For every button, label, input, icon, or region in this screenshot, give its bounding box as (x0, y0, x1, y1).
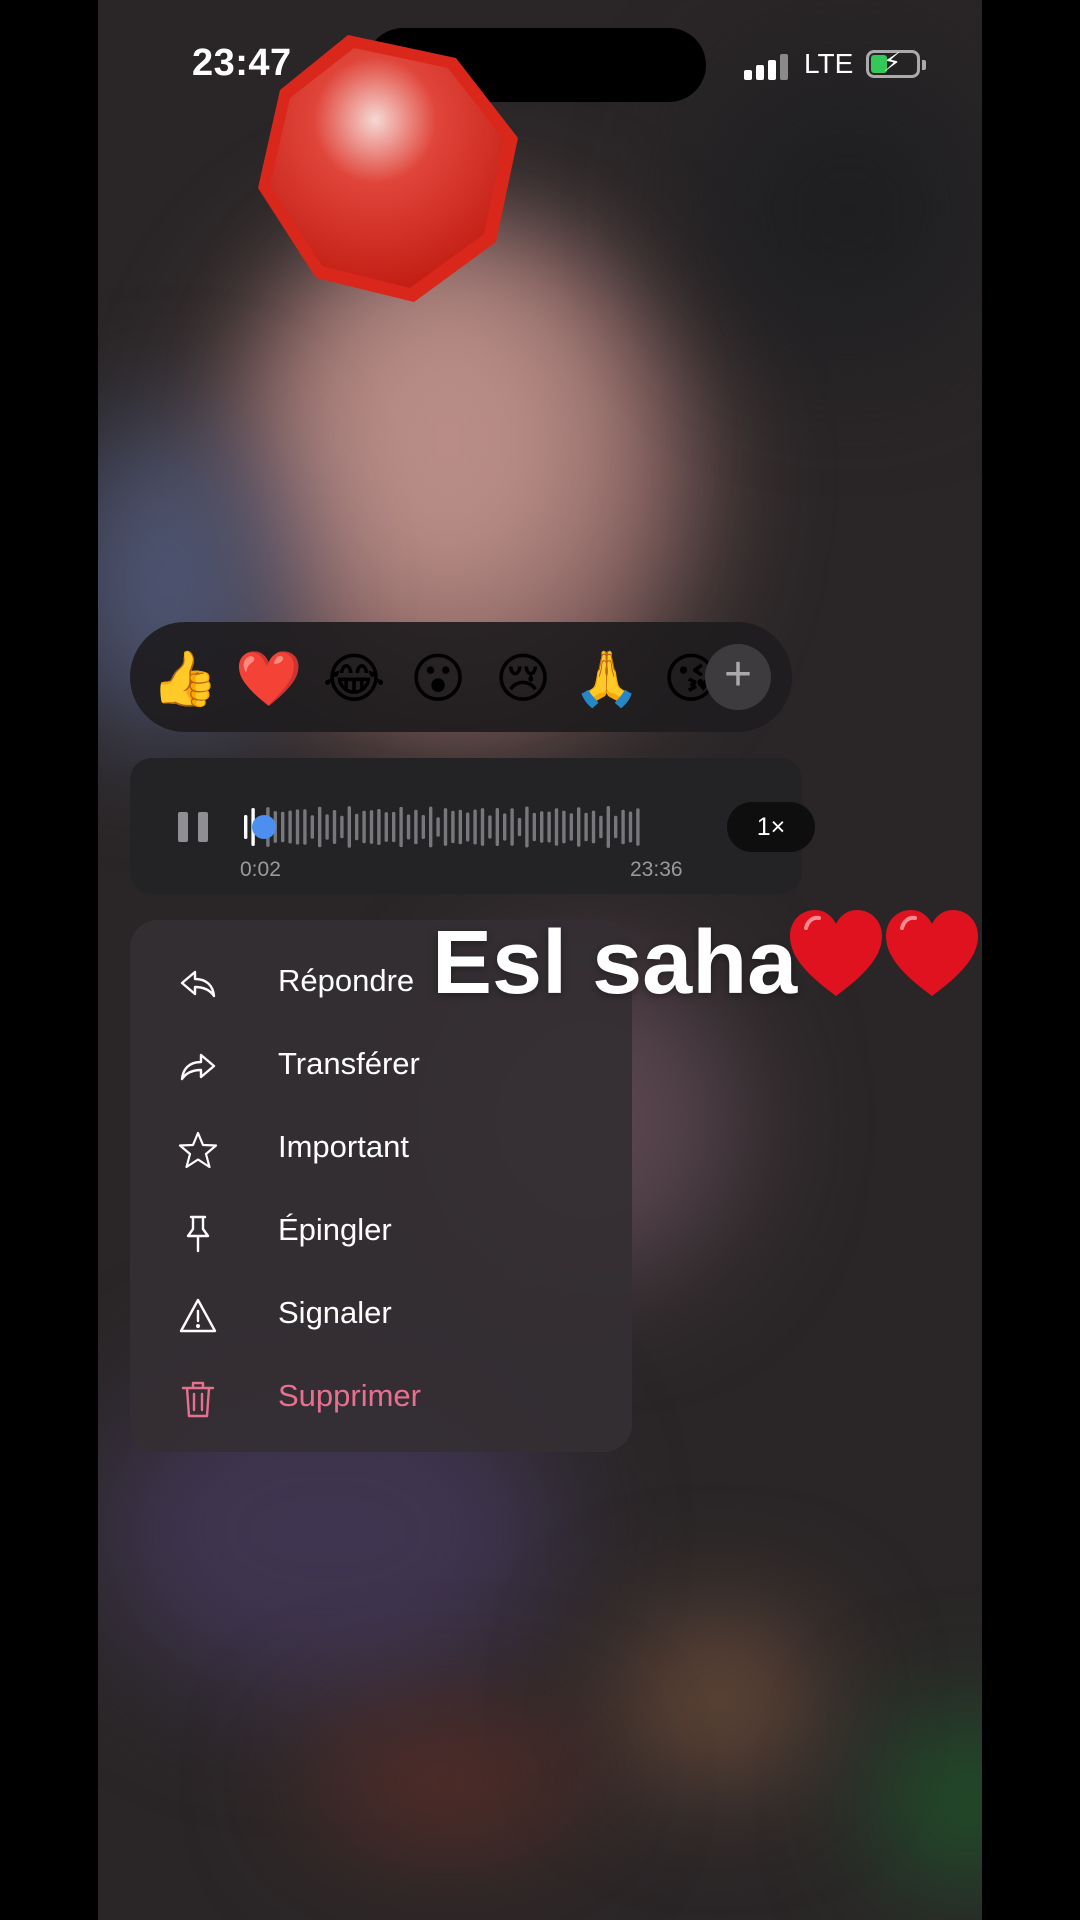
waveform-bar (510, 808, 514, 846)
plus-icon[interactable]: + (705, 644, 771, 710)
reaction-red-heart[interactable]: ❤️ (234, 644, 304, 714)
waveform-bar (303, 809, 307, 845)
waveform-bar (244, 815, 248, 839)
waveform-bar (332, 810, 337, 844)
waveform-bar (621, 809, 625, 845)
waveform-bar (362, 810, 366, 844)
waveform-bar (606, 806, 610, 848)
waveform-bar (325, 814, 329, 840)
status-bar: 23:47 LTE ⚡ (98, 0, 982, 130)
waveform-bar (517, 817, 522, 837)
waveform-bar (577, 807, 581, 847)
pause-button[interactable] (178, 812, 208, 842)
waveform-bar (480, 808, 485, 846)
reply-icon (180, 970, 216, 998)
reaction-bar: 👍 ❤️ 😂 😮 😢 🙏 😘 + (130, 622, 792, 732)
waveform-bar (355, 813, 359, 841)
playback-speed-button[interactable]: 1× (727, 802, 815, 852)
waveform-bar (429, 806, 433, 848)
waveform-bar (584, 812, 588, 842)
waveform-bar (458, 809, 462, 845)
waveform-bar (562, 810, 566, 844)
menu-label-important: Important (278, 1129, 409, 1164)
battery-icon: ⚡ (866, 49, 926, 78)
reaction-surprised[interactable]: 😮 (403, 644, 473, 714)
waveform-bar (436, 817, 440, 837)
waveform-bar (554, 808, 559, 846)
waveform-bar (451, 810, 455, 844)
reaction-thumbs-up[interactable]: 👍 (150, 644, 220, 714)
waveform-bar (466, 812, 470, 842)
star-icon (178, 1131, 218, 1169)
total-duration: 23:36 (630, 858, 683, 881)
waveform-bar (310, 815, 314, 839)
waveform-bar (392, 811, 396, 843)
menu-item-forward[interactable]: Transférer (130, 1025, 632, 1108)
waveform-bar (547, 811, 551, 843)
playback-scrubber[interactable] (252, 815, 276, 839)
waveform-bar (384, 812, 388, 842)
menu-label-pin: Épingler (278, 1212, 392, 1247)
waveform-bar (443, 808, 448, 846)
reaction-tears-of-joy[interactable]: 😂 (319, 644, 389, 714)
waveform-bar (288, 810, 292, 844)
menu-item-pin[interactable]: Épingler (130, 1191, 632, 1274)
waveform-bar (347, 806, 351, 848)
waveform-bar (473, 809, 477, 845)
caption-hearts-icon (790, 910, 978, 996)
audio-waveform[interactable] (242, 802, 650, 852)
video-caption-text: Esl saha (432, 913, 798, 1013)
waveform-bar (525, 806, 529, 848)
forward-icon (180, 1053, 216, 1081)
reaction-crying[interactable]: 😢 (488, 644, 558, 714)
menu-item-report[interactable]: Signaler (130, 1274, 632, 1357)
waveform-bar (495, 808, 499, 846)
waveform-bar (614, 815, 618, 839)
reaction-folded-hands[interactable]: 🙏 (572, 644, 642, 714)
menu-label-reply: Répondre (278, 963, 415, 998)
menu-item-delete[interactable]: Supprimer (130, 1357, 632, 1440)
network-type: LTE (804, 48, 854, 79)
waveform-bar (628, 811, 633, 843)
elapsed-time: 0:02 (240, 858, 281, 881)
waveform-bar (377, 809, 381, 845)
waveform-bar (369, 810, 374, 844)
waveform-bar (340, 815, 344, 839)
waveform-bar (599, 815, 603, 839)
menu-label-delete: Supprimer (278, 1378, 421, 1413)
waveform-bar (591, 810, 596, 844)
waveform-bar (488, 815, 492, 839)
voice-message-bubble: 0:02 23:36 1× (130, 758, 815, 894)
waveform-bar (532, 812, 536, 842)
stop-octagon-sticker (258, 35, 518, 302)
waveform-bar (318, 806, 322, 848)
waveform-bar (569, 813, 573, 841)
waveform-bar (503, 813, 507, 841)
warning-icon (179, 1298, 217, 1333)
pin-icon (186, 1215, 210, 1253)
waveform-bar (414, 809, 418, 845)
menu-item-important[interactable]: Important (130, 1108, 632, 1191)
menu-label-report: Signaler (278, 1295, 392, 1330)
waveform-bar (295, 809, 300, 845)
signal-icon (744, 52, 788, 80)
waveform-bar (399, 806, 403, 848)
menu-label-forward: Transférer (278, 1046, 420, 1081)
waveform-bar (636, 808, 640, 846)
waveform-bar (421, 815, 425, 839)
waveform-bar (281, 811, 285, 843)
phone-screen: 23:47 LTE ⚡ 👍 ❤️ 😂 😮 😢 🙏 😘 + 0:02 23:36 … (98, 0, 982, 1920)
waveform-bar (406, 814, 411, 840)
waveform-bar (540, 811, 544, 843)
trash-icon (181, 1381, 215, 1418)
